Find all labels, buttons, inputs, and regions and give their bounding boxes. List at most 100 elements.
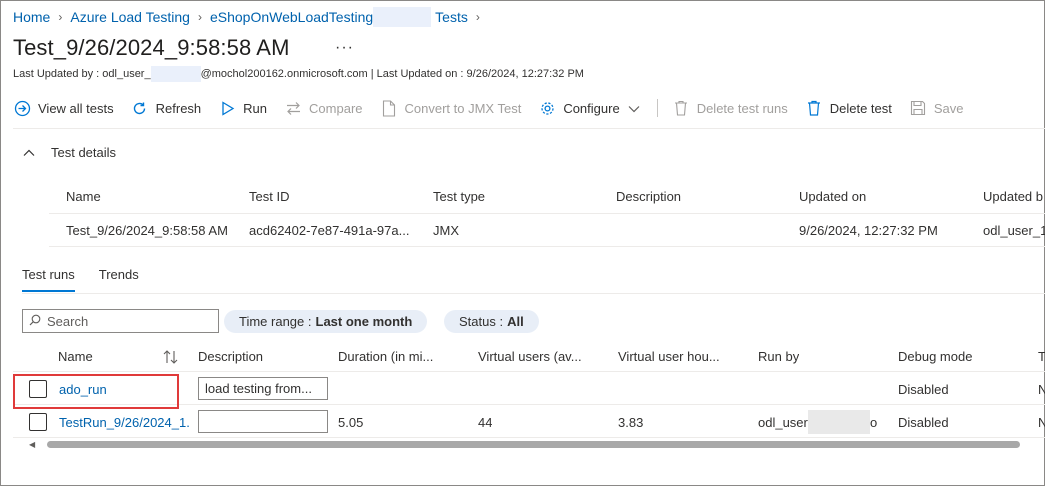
delete-test-runs-button[interactable]: Delete test runs [672, 99, 788, 117]
chevron-up-icon [23, 145, 37, 160]
save-label: Save [933, 100, 964, 116]
chevron-right-icon: › [58, 10, 63, 24]
details-value-test-id: acd62402-7e87-491a-97a... [249, 222, 410, 238]
chevron-down-icon [628, 101, 640, 116]
details-header-description: Description [616, 188, 682, 204]
command-bar: View all tests Refresh Run Compare Conve… [13, 95, 981, 121]
delete-test-runs-label: Delete test runs [696, 100, 788, 116]
document-icon [380, 99, 398, 117]
run-debug-mode: Disabled [898, 415, 949, 430]
run-debug-mode: Disabled [898, 382, 949, 397]
run-name-link[interactable]: TestRun_9/26/2024_1... [59, 415, 191, 430]
runs-header-name[interactable]: Name [58, 349, 93, 364]
gear-icon [538, 99, 556, 117]
row-checkbox[interactable] [29, 413, 47, 431]
status-filter[interactable]: Status : All [444, 310, 539, 333]
details-header-test-id: Test ID [249, 188, 290, 204]
divider [22, 293, 1045, 294]
run-truncated-cell: N [1038, 415, 1045, 430]
horizontal-scrollbar[interactable]: ◀ [23, 438, 1037, 450]
refresh-button[interactable]: Refresh [131, 99, 202, 117]
page-title: Test_9/26/2024_9:58:58 AM [13, 35, 290, 60]
runs-header-virtual-user-hours[interactable]: Virtual user hou... [618, 349, 748, 364]
run-description-field[interactable]: load testing from... [198, 377, 328, 400]
chevron-right-icon: › [475, 10, 480, 24]
runs-header-duration[interactable]: Duration (in mi... [338, 349, 468, 364]
runs-header-row: Name Description Duration (in mi... Virt… [13, 341, 1045, 372]
search-placeholder: Search [47, 313, 89, 329]
test-details-grid: Name Test ID Test type Description Updat… [49, 179, 1045, 247]
refresh-icon [131, 99, 149, 117]
details-header-updated-on: Updated on [799, 188, 867, 204]
runs-header-truncated[interactable]: T [1038, 349, 1045, 364]
breadcrumb-azure-load-testing[interactable]: Azure Load Testing [70, 9, 190, 25]
convert-to-jmx-button[interactable]: Convert to JMX Test [380, 99, 522, 117]
run-virtual-user-hours: 3.83 [618, 415, 644, 430]
redacted-region [808, 410, 870, 434]
runs-header-debug-mode[interactable]: Debug mode [898, 349, 972, 364]
scroll-left-icon[interactable]: ◀ [29, 440, 35, 449]
divider [13, 128, 1045, 129]
tab-test-runs[interactable]: Test runs [22, 267, 75, 292]
compare-arrows-icon [284, 99, 302, 117]
search-input[interactable]: Search [22, 309, 219, 333]
breadcrumb-home[interactable]: Home [13, 9, 50, 25]
runs-header-run-by[interactable]: Run by [758, 349, 799, 364]
run-virtual-users: 44 [478, 415, 493, 430]
sort-icon[interactable] [163, 350, 179, 367]
save-button[interactable]: Save [909, 99, 964, 117]
convert-label: Convert to JMX Test [404, 100, 522, 116]
run-duration: 5.05 [338, 415, 364, 430]
delete-test-label: Delete test [829, 100, 892, 116]
details-value-test-type: JMX [433, 222, 459, 238]
details-value-updated-by: odl_user_14 [983, 222, 1045, 238]
details-header-row: Name Test ID Test type Description Updat… [49, 179, 1045, 213]
trash-icon [805, 99, 823, 117]
details-header-updated-by: Updated b [983, 188, 1043, 204]
search-icon [29, 314, 47, 329]
arrow-circle-right-icon [13, 99, 31, 117]
last-updated-info: Last Updated by : odl_user_ @mochol20016… [13, 66, 584, 82]
breadcrumb-resource[interactable]: eShopOnWebLoadTesting [210, 9, 373, 25]
redacted-region [150, 66, 201, 82]
runs-header-description[interactable]: Description [198, 349, 263, 364]
test-details-toggle[interactable]: Test details [23, 145, 116, 160]
details-header-test-type: Test type [433, 188, 486, 204]
breadcrumb-tests[interactable]: Tests [435, 9, 468, 25]
configure-menu-button[interactable]: Configure [538, 99, 640, 117]
run-by-tail: o [870, 415, 878, 430]
tab-trends[interactable]: Trends [99, 267, 139, 292]
run-label: Run [243, 100, 268, 116]
run-by: odl_user [758, 415, 808, 430]
play-icon [218, 99, 236, 117]
runs-header-virtual-users[interactable]: Virtual users (av... [478, 349, 608, 364]
chevron-right-icon: › [197, 10, 202, 24]
compare-label: Compare [309, 100, 363, 116]
table-row[interactable]: TestRun_9/26/2024_1... 5.05 44 3.83 odl_… [13, 406, 1045, 438]
toolbar-divider [656, 99, 658, 117]
run-description-field[interactable] [198, 410, 328, 433]
view-all-tests-button[interactable]: View all tests [13, 99, 114, 117]
highlight-box [13, 374, 179, 409]
tabs: Test runs Trends [22, 267, 163, 292]
delete-test-button[interactable]: Delete test [805, 99, 892, 117]
compare-button[interactable]: Compare [284, 99, 363, 117]
scrollbar-thumb[interactable] [47, 441, 1020, 448]
redacted-region [373, 7, 432, 27]
run-button[interactable]: Run [218, 99, 267, 117]
test-details-label: Test details [51, 145, 117, 160]
time-range-label: Time range : [239, 314, 312, 329]
details-header-name: Name [66, 188, 101, 204]
status-value: All [507, 314, 524, 329]
breadcrumb: Home › Azure Load Testing › eShopOnWebLo… [13, 7, 488, 27]
status-label: Status : [459, 314, 504, 329]
last-updated-by-suffix: @mochol200162.onmicrosoft.com | Last Upd… [200, 68, 584, 80]
save-icon [909, 99, 927, 117]
details-value-name: Test_9/26/2024_9:58:58 AM [66, 222, 228, 238]
details-value-updated-on: 9/26/2024, 12:27:32 PM [799, 222, 938, 238]
time-range-filter[interactable]: Time range : Last one month [224, 310, 428, 333]
view-all-tests-label: View all tests [38, 100, 114, 116]
refresh-label: Refresh [155, 100, 202, 116]
more-options-button[interactable]: ··· [335, 39, 354, 57]
details-value-row: Test_9/26/2024_9:58:58 AM acd62402-7e87-… [49, 213, 1045, 247]
